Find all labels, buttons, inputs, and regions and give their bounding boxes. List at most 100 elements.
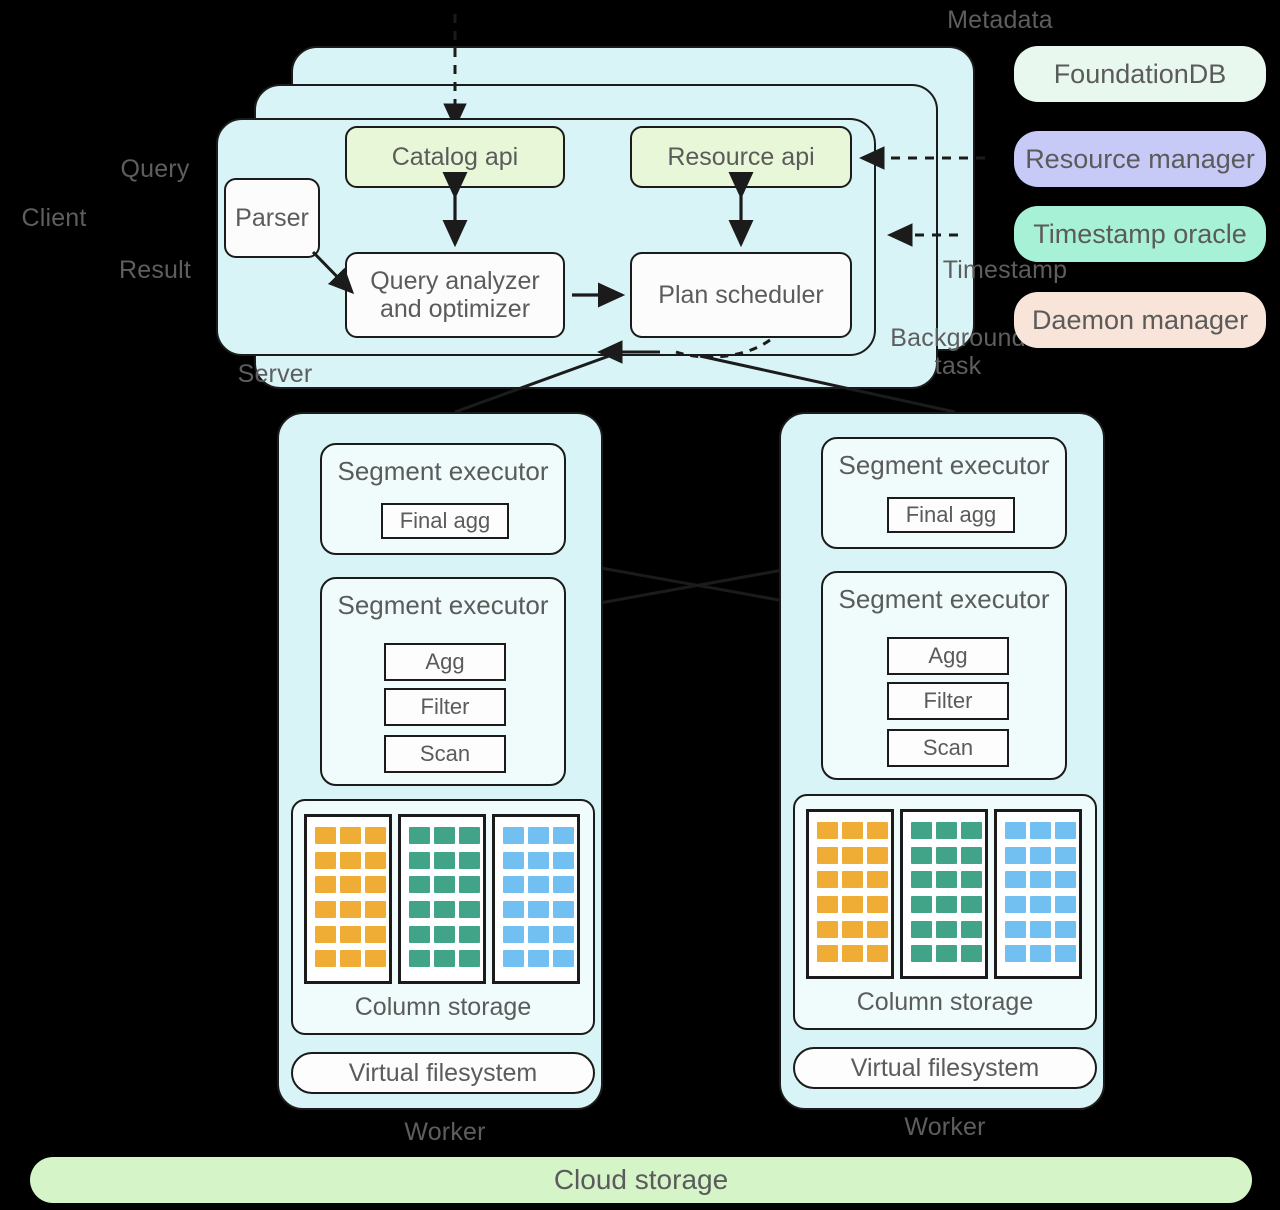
- worker-right-vfs-label: Virtual filesystem: [850, 1053, 1040, 1082]
- worker-left-bottom-executor-title: Segment executor: [337, 590, 549, 620]
- storage-cell: [503, 925, 524, 943]
- cloud-storage-bar[interactable]: Cloud storage: [30, 1157, 1252, 1203]
- storage-cell: [409, 876, 430, 894]
- storage-cell: [961, 945, 982, 963]
- worker-left-column-blue: [492, 814, 580, 984]
- worker-left-top-executor[interactable]: Segment executor Final agg: [320, 443, 566, 555]
- storage-cell: [434, 851, 455, 869]
- storage-cell: [503, 876, 524, 894]
- storage-cell: [315, 876, 336, 894]
- worker-right-scan[interactable]: Scan: [887, 729, 1009, 767]
- storage-cell: [340, 851, 361, 869]
- worker-right-virtual-filesystem[interactable]: Virtual filesystem: [793, 1047, 1097, 1089]
- storage-cell: [528, 876, 549, 894]
- storage-cell: [553, 900, 574, 918]
- storage-cell: [340, 900, 361, 918]
- worker-right-final-agg[interactable]: Final agg: [887, 497, 1015, 533]
- storage-cell: [528, 851, 549, 869]
- storage-cell: [817, 895, 838, 913]
- storage-cell: [1005, 945, 1026, 963]
- worker-left-agg-label: Agg: [425, 649, 465, 674]
- worker-right-agg[interactable]: Agg: [887, 637, 1009, 675]
- storage-cell: [961, 895, 982, 913]
- storage-cell: [842, 895, 863, 913]
- storage-cell: [459, 950, 480, 968]
- worker-left-scan[interactable]: Scan: [384, 735, 506, 773]
- storage-cell: [867, 822, 888, 839]
- legend-resource-manager[interactable]: Resource manager: [1014, 131, 1266, 187]
- storage-cell: [867, 945, 888, 963]
- worker-left-column-green: [398, 814, 486, 984]
- storage-cell: [961, 822, 982, 839]
- worker-left-final-agg[interactable]: Final agg: [381, 503, 509, 539]
- worker-right-top-executor-title: Segment executor: [838, 450, 1050, 480]
- storage-cell: [1005, 822, 1026, 839]
- legend-foundationdb[interactable]: FoundationDB: [1014, 46, 1266, 102]
- plan-scheduler-box[interactable]: Plan scheduler: [630, 252, 852, 338]
- worker-left-scan-label: Scan: [419, 741, 471, 766]
- catalog-api-box[interactable]: Catalog api: [345, 126, 565, 188]
- worker-right-filter[interactable]: Filter: [887, 682, 1009, 720]
- storage-cell: [409, 925, 430, 943]
- worker-left-column-storage[interactable]: Column storage: [291, 799, 595, 1035]
- storage-cell: [1030, 871, 1051, 889]
- storage-cell: [409, 851, 430, 869]
- storage-cell: [365, 925, 386, 943]
- legend-resource-manager-label: Resource manager: [1025, 143, 1255, 174]
- label-metadata: Metadata: [947, 6, 1053, 34]
- storage-cell: [528, 950, 549, 968]
- worker-left-filter-label: Filter: [420, 694, 470, 719]
- worker-left-top-executor-title: Segment executor: [337, 456, 549, 486]
- worker-left-agg[interactable]: Agg: [384, 643, 506, 681]
- worker-right-top-executor[interactable]: Segment executor Final agg: [821, 437, 1067, 549]
- storage-cell: [459, 876, 480, 894]
- legend-daemon-manager[interactable]: Daemon manager: [1014, 292, 1266, 348]
- storage-cell: [817, 871, 838, 889]
- parser-box[interactable]: Parser: [224, 178, 320, 258]
- storage-cell: [459, 925, 480, 943]
- storage-cell: [936, 846, 957, 864]
- storage-cell: [553, 925, 574, 943]
- worker-right-bottom-executor-title: Segment executor: [838, 584, 1050, 614]
- storage-cell: [1030, 920, 1051, 938]
- storage-cell: [1005, 871, 1026, 889]
- legend-timestamp-oracle[interactable]: Timestamp oracle: [1014, 206, 1266, 262]
- worker-left-bottom-executor[interactable]: Segment executor Agg Filter Scan: [320, 577, 566, 786]
- storage-cell: [911, 895, 932, 913]
- storage-cell: [434, 950, 455, 968]
- storage-cell: [1030, 846, 1051, 864]
- storage-cell: [365, 900, 386, 918]
- storage-cell: [842, 846, 863, 864]
- storage-cell: [340, 925, 361, 943]
- storage-cell: [315, 925, 336, 943]
- storage-cell: [434, 925, 455, 943]
- query-analyzer-label: Query analyzer and optimizer: [370, 267, 540, 323]
- storage-cell: [911, 822, 932, 839]
- storage-cell: [503, 827, 524, 844]
- worker-left-filter[interactable]: Filter: [384, 688, 506, 726]
- label-query: Query: [120, 155, 190, 183]
- resource-api-label: Resource api: [667, 143, 815, 171]
- storage-cell: [842, 920, 863, 938]
- storage-cell: [503, 900, 524, 918]
- resource-api-box[interactable]: Resource api: [630, 126, 852, 188]
- storage-cell: [936, 822, 957, 839]
- architecture-diagram: Parser Catalog api Resource api Query an…: [0, 0, 1280, 1210]
- storage-cell: [936, 945, 957, 963]
- query-analyzer-box[interactable]: Query analyzer and optimizer: [345, 252, 565, 338]
- legend-daemon-manager-label: Daemon manager: [1031, 304, 1249, 335]
- worker-left-column-storage-label: Column storage: [354, 993, 532, 1021]
- storage-cell: [842, 871, 863, 889]
- storage-cell: [315, 900, 336, 918]
- label-worker-left: Worker: [404, 1118, 486, 1146]
- storage-cell: [911, 846, 932, 864]
- storage-cell: [434, 827, 455, 844]
- storage-cell: [1005, 895, 1026, 913]
- worker-left-virtual-filesystem[interactable]: Virtual filesystem: [291, 1052, 595, 1094]
- storage-cell: [1055, 895, 1076, 913]
- storage-cell: [817, 846, 838, 864]
- storage-cell: [553, 851, 574, 869]
- worker-right-column-storage[interactable]: Column storage: [793, 794, 1097, 1030]
- storage-cell: [459, 900, 480, 918]
- worker-right-bottom-executor[interactable]: Segment executor Agg Filter Scan: [821, 571, 1067, 780]
